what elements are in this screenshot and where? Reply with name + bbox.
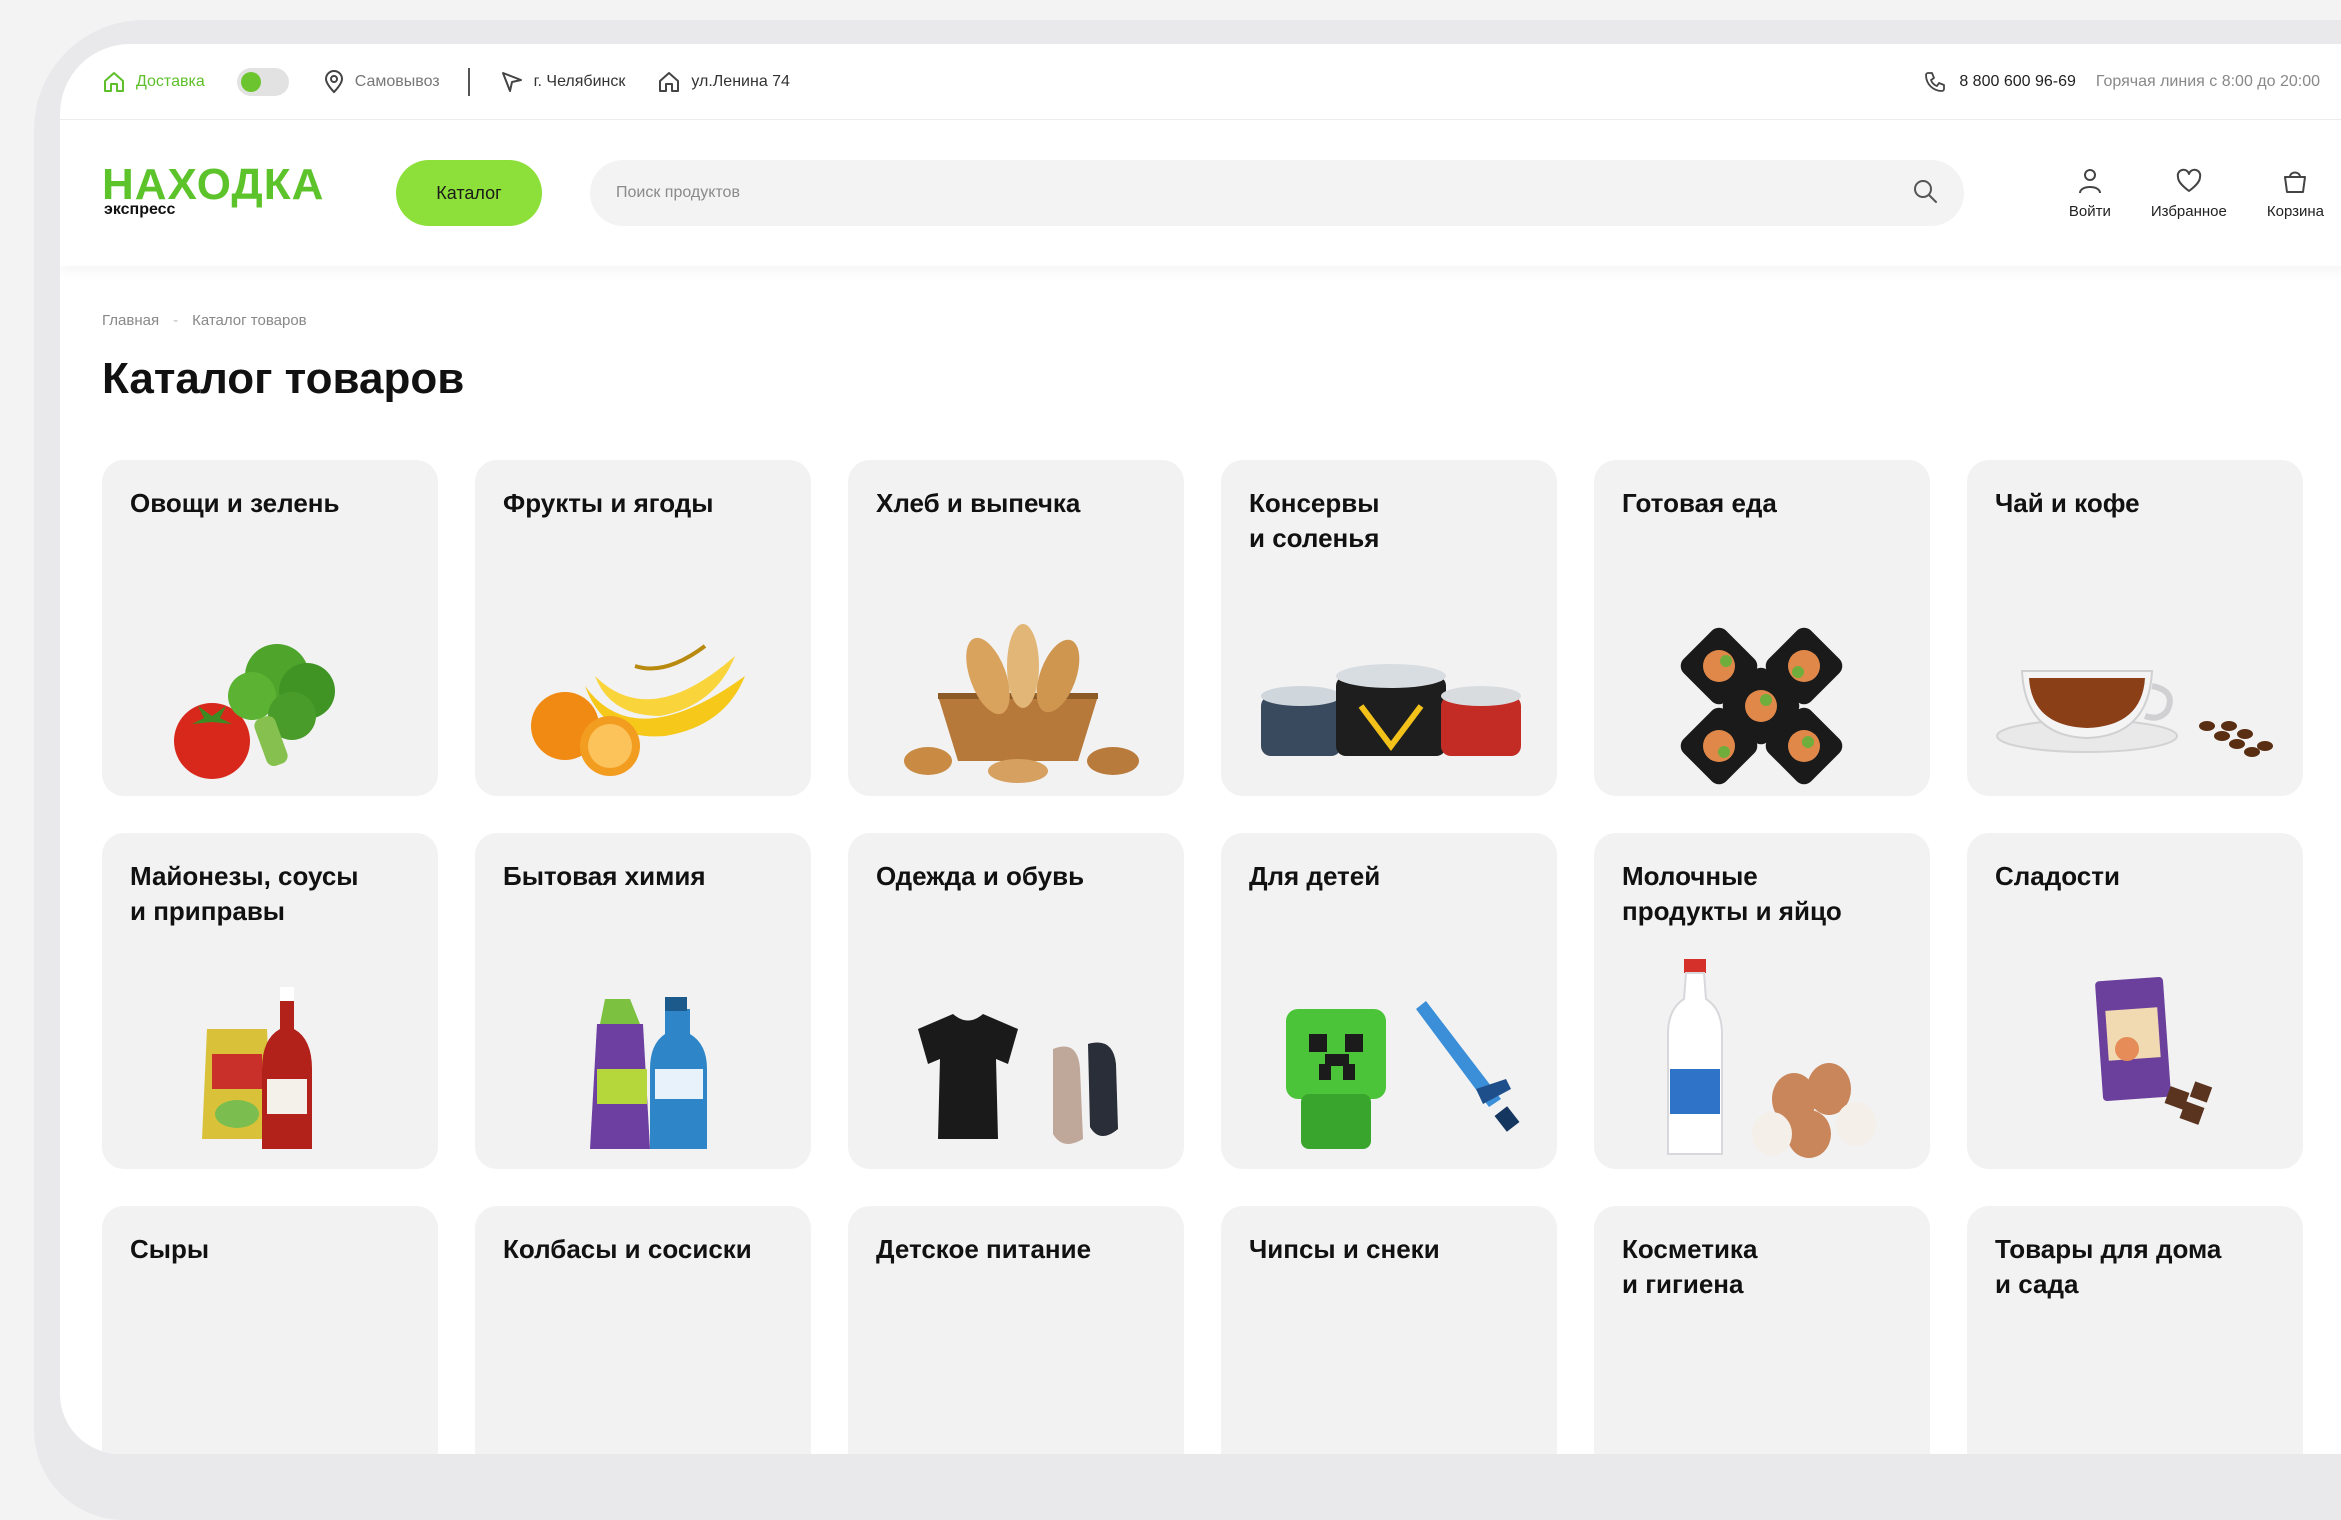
browser-screen: Доставка Самовывоз г. Челябинск ул.Ленин… [60, 44, 2341, 1454]
home-garden-icon [1967, 1312, 2303, 1454]
user-icon [2077, 167, 2103, 195]
canned-food-icon [1221, 566, 1557, 796]
category-grid: Овощи и зелень Фрукты и ягоды Хлеб и вып… [102, 460, 2303, 1454]
phone-number[interactable]: 8 800 600 96-69 [1959, 73, 2076, 91]
category-name: Колбасы и сосиски [503, 1234, 752, 1264]
category-card[interactable]: Готовая еда [1594, 460, 1930, 796]
city-selector[interactable]: г. Челябинск [500, 70, 626, 94]
cart-label: Корзина [2266, 202, 2324, 220]
category-card[interactable]: Товары для дома и сада [1967, 1206, 2303, 1454]
pickup-option[interactable]: Самовывоз [323, 69, 440, 94]
page-title: Каталог товаров [102, 354, 465, 403]
catalog-button[interactable]: Каталог [396, 160, 542, 226]
cosmetics-icon [1594, 1312, 1930, 1454]
category-name: Овощи и зелень [130, 488, 340, 518]
store-icon [657, 70, 681, 94]
category-name: Бытовая химия [503, 861, 706, 891]
address-selector[interactable]: ул.Ленина 74 [657, 70, 790, 94]
login-button[interactable]: Войти [2069, 167, 2111, 220]
category-card[interactable]: Сыры [102, 1206, 438, 1454]
category-card[interactable]: Бытовая химия [475, 833, 811, 1169]
search-input[interactable] [616, 184, 1912, 202]
sausages-icon [475, 1312, 811, 1454]
fruits-icon [475, 566, 811, 796]
header-actions: Войти Избранное Корзина [2069, 167, 2324, 220]
category-name: Для детей [1249, 861, 1381, 891]
chocolate-icon [1967, 939, 2303, 1169]
top-bar: Доставка Самовывоз г. Челябинск ул.Ленин… [60, 44, 2341, 120]
category-card[interactable]: Фрукты и ягоды [475, 460, 811, 796]
login-label: Войти [2068, 202, 2111, 220]
main-header: НАХОДКА экспресс Каталог Войти Избранное [60, 120, 2341, 266]
category-name: Детское питание [876, 1234, 1092, 1264]
divider [467, 67, 470, 96]
breadcrumb-current: Каталог товаров [192, 312, 307, 329]
delivery-option[interactable]: Доставка [102, 70, 205, 94]
cart-button[interactable]: Корзина [2267, 167, 2324, 220]
cheese-icon [102, 1312, 438, 1454]
ready-meals-icon [1594, 566, 1930, 796]
category-name: Сыры [130, 1234, 210, 1264]
category-card[interactable]: Для детей [1221, 833, 1557, 1169]
city-label: г. Челябинск [533, 72, 626, 90]
sauces-icon [102, 939, 438, 1169]
location-pin-icon [323, 69, 345, 94]
favorites-label: Избранное [2150, 202, 2227, 220]
category-card[interactable]: Хлеб и выпечка [848, 460, 1184, 796]
category-card[interactable]: Майонезы, соусы и приправы [102, 833, 438, 1169]
category-name: Молочные продукты и яйцо [1622, 861, 1842, 926]
category-name: Готовая еда [1622, 488, 1777, 518]
category-name: Консервы и соленья [1249, 488, 1380, 553]
category-card[interactable]: Консервы и соленья [1221, 460, 1557, 796]
category-card[interactable]: Овощи и зелень [102, 460, 438, 796]
breadcrumb-home[interactable]: Главная [102, 312, 159, 329]
category-card[interactable]: Колбасы и сосиски [475, 1206, 811, 1454]
category-name: Майонезы, соусы и приправы [130, 861, 359, 926]
category-card[interactable]: Молочные продукты и яйцо [1594, 833, 1930, 1169]
phone-icon [1923, 70, 1947, 94]
category-name: Товары для дома и сада [1995, 1234, 2222, 1299]
navigation-arrow-icon [500, 70, 524, 94]
baby-formula-icon [848, 1312, 1184, 1454]
logo[interactable]: НАХОДКА экспресс [102, 163, 352, 223]
vegetables-icon [102, 566, 438, 796]
breadcrumb-separator: - [173, 312, 179, 329]
tea-cup-icon [1967, 566, 2303, 796]
category-card[interactable]: Сладости [1967, 833, 2303, 1169]
breadcrumb: Главная - Каталог товаров [102, 312, 307, 329]
milk-eggs-icon [1594, 939, 1930, 1169]
toys-icon [1221, 939, 1557, 1169]
category-card[interactable]: Косметика и гигиена [1594, 1206, 1930, 1454]
category-name: Чипсы и снеки [1249, 1234, 1440, 1264]
cleaning-bottles-icon [475, 939, 811, 1169]
snacks-icon [1221, 1312, 1557, 1454]
category-name: Чай и кофе [1995, 488, 2140, 518]
contact-info: 8 800 600 96-69 Горячая линия с 8:00 до … [1923, 70, 2320, 94]
logo-sub-text: экспресс [104, 201, 176, 218]
toggle-knob [240, 71, 261, 92]
search-icon[interactable] [1912, 178, 1938, 209]
category-name: Сладости [1995, 861, 2120, 891]
category-name: Одежда и обувь [876, 861, 1085, 891]
category-card[interactable]: Чай и кофе [1967, 460, 2303, 796]
category-card[interactable]: Чипсы и снеки [1221, 1206, 1557, 1454]
pickup-label: Самовывоз [354, 72, 440, 90]
category-name: Косметика и гигиена [1622, 1234, 1758, 1299]
category-name: Фрукты и ягоды [503, 488, 714, 518]
tshirt-shoes-icon [848, 939, 1184, 1169]
cart-icon [2281, 167, 2309, 195]
bread-basket-icon [848, 566, 1184, 796]
favorites-button[interactable]: Избранное [2151, 167, 2227, 220]
search-bar [590, 160, 1964, 226]
category-card[interactable]: Одежда и обувь [848, 833, 1184, 1169]
delivery-label: Доставка [136, 72, 205, 90]
category-name: Хлеб и выпечка [876, 488, 1081, 518]
home-icon [102, 70, 126, 94]
heart-icon [2175, 167, 2203, 195]
hotline-hours: Горячая линия с 8:00 до 20:00 [2095, 72, 2320, 90]
delivery-toggle[interactable] [236, 67, 289, 96]
address-label: ул.Ленина 74 [691, 72, 790, 90]
category-card[interactable]: Детское питание [848, 1206, 1184, 1454]
